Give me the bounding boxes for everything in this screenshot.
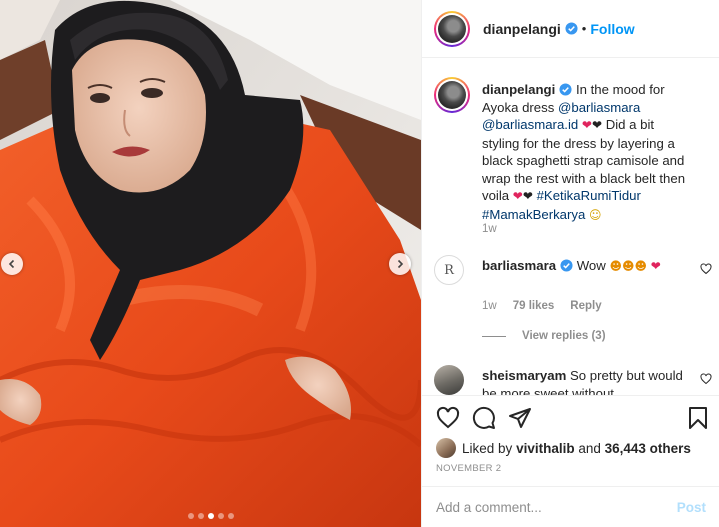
comment-text: sheismaryam So pretty but would be more … <box>482 367 694 395</box>
follow-button[interactable]: Follow <box>590 21 634 37</box>
caption-username[interactable]: dianpelangi <box>482 82 555 97</box>
smile-emoji: ☺ <box>589 207 602 222</box>
hashtag-link[interactable]: #MamakBerkarya <box>482 207 585 222</box>
mention-link[interactable]: @barliasmara <box>558 100 640 115</box>
hashtag-link[interactable]: #KetikaRumiTidur <box>537 188 641 203</box>
slide-indicator <box>0 513 421 519</box>
author-username[interactable]: dianpelangi <box>483 21 561 37</box>
post-actions: Liked by vivithalib and 36,443 others NO… <box>422 395 719 527</box>
liked-by-and: and <box>578 440 601 456</box>
caption-time-text[interactable]: 1w <box>482 223 497 235</box>
comment-item: sheismaryam So pretty but would be more … <box>434 365 714 395</box>
red-heart-emoji: ❤ <box>581 118 592 132</box>
chevron-right-icon <box>397 259 404 269</box>
commenter-avatar[interactable] <box>434 365 464 395</box>
heart-eyes-emoji: ☻ <box>609 259 622 273</box>
liker-avatar[interactable] <box>436 438 456 458</box>
header-separator: • <box>581 21 587 36</box>
post-photo <box>0 0 421 527</box>
next-slide-button[interactable] <box>389 253 411 275</box>
add-comment-bar: Add a comment... Post <box>422 486 719 527</box>
post-media[interactable] <box>0 0 421 527</box>
comment-time[interactable]: 1w <box>482 300 497 312</box>
view-replies-label[interactable]: View replies (3) <box>522 330 606 342</box>
comments-list[interactable]: dianpelangi In the mood for Ayoka dress … <box>422 59 719 395</box>
heart-eyes-emoji: ☻ <box>634 259 648 273</box>
verified-badge-icon <box>565 22 578 35</box>
red-heart-emoji: ❤ <box>650 259 661 273</box>
slide-dot <box>207 513 214 519</box>
save-bookmark-icon[interactable] <box>686 406 710 430</box>
comment-meta: 1w 79 likes Reply <box>482 300 602 312</box>
post-caption: dianpelangi In the mood for Ayoka dress … <box>434 77 714 247</box>
view-replies-button[interactable]: View replies (3) <box>482 330 606 342</box>
avatar-monogram: R <box>444 262 454 278</box>
commenter-username[interactable]: barliasmara <box>482 258 556 273</box>
heart-eyes-emoji: ☻ <box>621 259 635 273</box>
caption-text: dianpelangi In the mood for Ayoka dress … <box>482 81 694 224</box>
comment-item: R barliasmara Wow ☻☻☻ ❤ 1w 79 likes Repl… <box>434 255 714 355</box>
liked-by-summary: Liked by vivithalib and 36,443 others <box>436 438 691 458</box>
post-comment-button[interactable]: Post <box>677 500 706 515</box>
post-side-panel: dianpelangi • Follow dianpelangi In the … <box>421 0 719 527</box>
comment-text: barliasmara Wow ☻☻☻ ❤ <box>482 257 694 276</box>
like-comment-heart-icon[interactable] <box>700 263 712 275</box>
author-avatar[interactable] <box>434 10 470 47</box>
liked-by-others[interactable]: 36,443 others <box>605 441 691 456</box>
like-comment-heart-icon[interactable] <box>700 373 712 385</box>
post-header: dianpelangi • Follow <box>422 0 719 58</box>
comment-likes[interactable]: 79 likes <box>513 300 555 312</box>
commenter-username[interactable]: sheismaryam <box>482 368 566 383</box>
red-heart-emoji: ❤ <box>512 189 523 203</box>
comment-bubble-icon[interactable] <box>472 406 496 430</box>
verified-badge-icon <box>560 259 573 272</box>
liked-by-prefix: Liked by <box>462 440 513 456</box>
verified-badge-icon <box>559 83 572 96</box>
slide-dot <box>187 513 194 519</box>
share-paper-plane-icon[interactable] <box>508 406 532 430</box>
reply-button[interactable]: Reply <box>570 300 601 312</box>
comment-input[interactable]: Add a comment... <box>436 500 677 515</box>
comment-body: Wow <box>576 258 606 273</box>
slide-dot <box>197 513 204 519</box>
caption-avatar[interactable] <box>434 77 470 113</box>
slide-dot <box>227 513 234 519</box>
commenter-avatar[interactable]: R <box>434 255 464 285</box>
caption-timestamp[interactable]: 1w <box>482 223 497 235</box>
previous-slide-button[interactable] <box>1 253 23 275</box>
like-heart-icon[interactable] <box>436 406 460 430</box>
slide-dot <box>217 513 224 519</box>
mention-link[interactable]: @barliasmara.id <box>482 117 578 132</box>
liked-by-user[interactable]: vivithalib <box>516 441 575 456</box>
black-heart-emoji: ❤ <box>591 118 603 132</box>
chevron-left-icon <box>8 259 15 269</box>
black-heart-emoji: ❤ <box>522 189 533 203</box>
post-date[interactable]: NOVEMBER 2 <box>436 463 501 474</box>
